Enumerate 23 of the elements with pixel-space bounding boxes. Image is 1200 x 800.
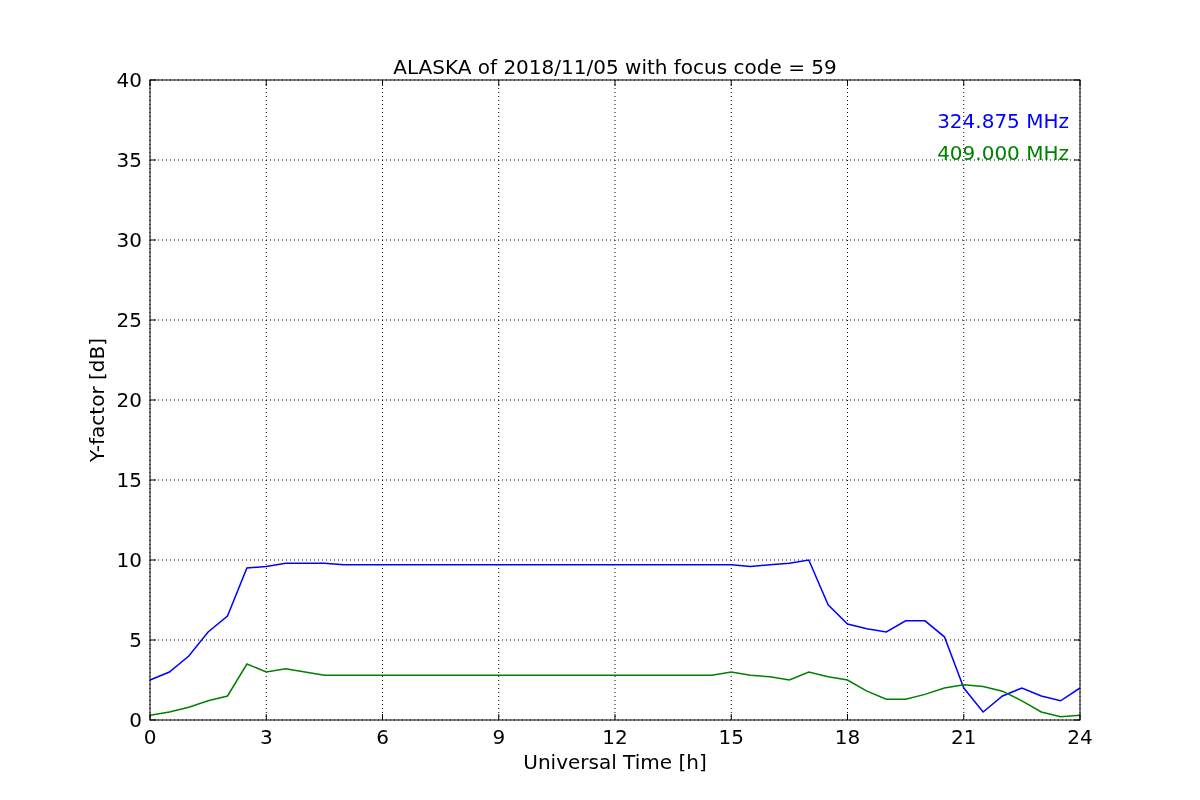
y-tick-label: 5	[129, 628, 142, 652]
y-tick-label: 40	[116, 68, 142, 92]
chart-title: ALASKA of 2018/11/05 with focus code = 59	[393, 55, 837, 79]
legend-label: 324.875 MHz	[937, 109, 1069, 133]
y-tick-label: 10	[116, 548, 142, 572]
y-tick-label: 35	[116, 148, 142, 172]
x-tick-label: 18	[834, 725, 861, 749]
x-tick-label: 15	[718, 725, 744, 749]
y-tick-label: 25	[116, 308, 142, 332]
y-tick-label: 30	[116, 228, 142, 252]
y-tick-label: 20	[116, 388, 142, 412]
x-tick-label: 9	[492, 725, 506, 749]
x-tick-label: 0	[143, 725, 157, 749]
y-axis-label: Y-factor [dB]	[85, 338, 109, 462]
x-tick-label: 3	[259, 725, 273, 749]
x-tick-label: 6	[376, 725, 389, 749]
x-tick-label: 21	[951, 725, 977, 749]
x-tick-label: 24	[1067, 725, 1093, 749]
legend-label: 409.000 MHz	[937, 141, 1069, 165]
x-tick-label: 12	[602, 725, 628, 749]
y-tick-label: 0	[129, 708, 142, 732]
x-axis-label: Universal Time [h]	[523, 750, 707, 774]
y-tick-label: 15	[116, 468, 142, 492]
